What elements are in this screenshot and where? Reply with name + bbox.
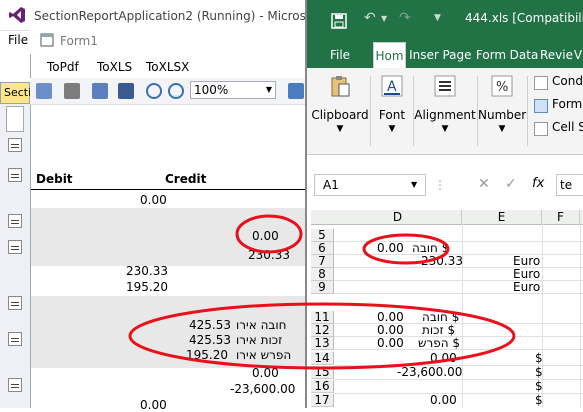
annotation-ellipse [362, 233, 450, 265]
annotation-overlay [128, 214, 516, 370]
annotation-ellipse [235, 214, 303, 254]
annotation-ellipse [128, 302, 516, 370]
